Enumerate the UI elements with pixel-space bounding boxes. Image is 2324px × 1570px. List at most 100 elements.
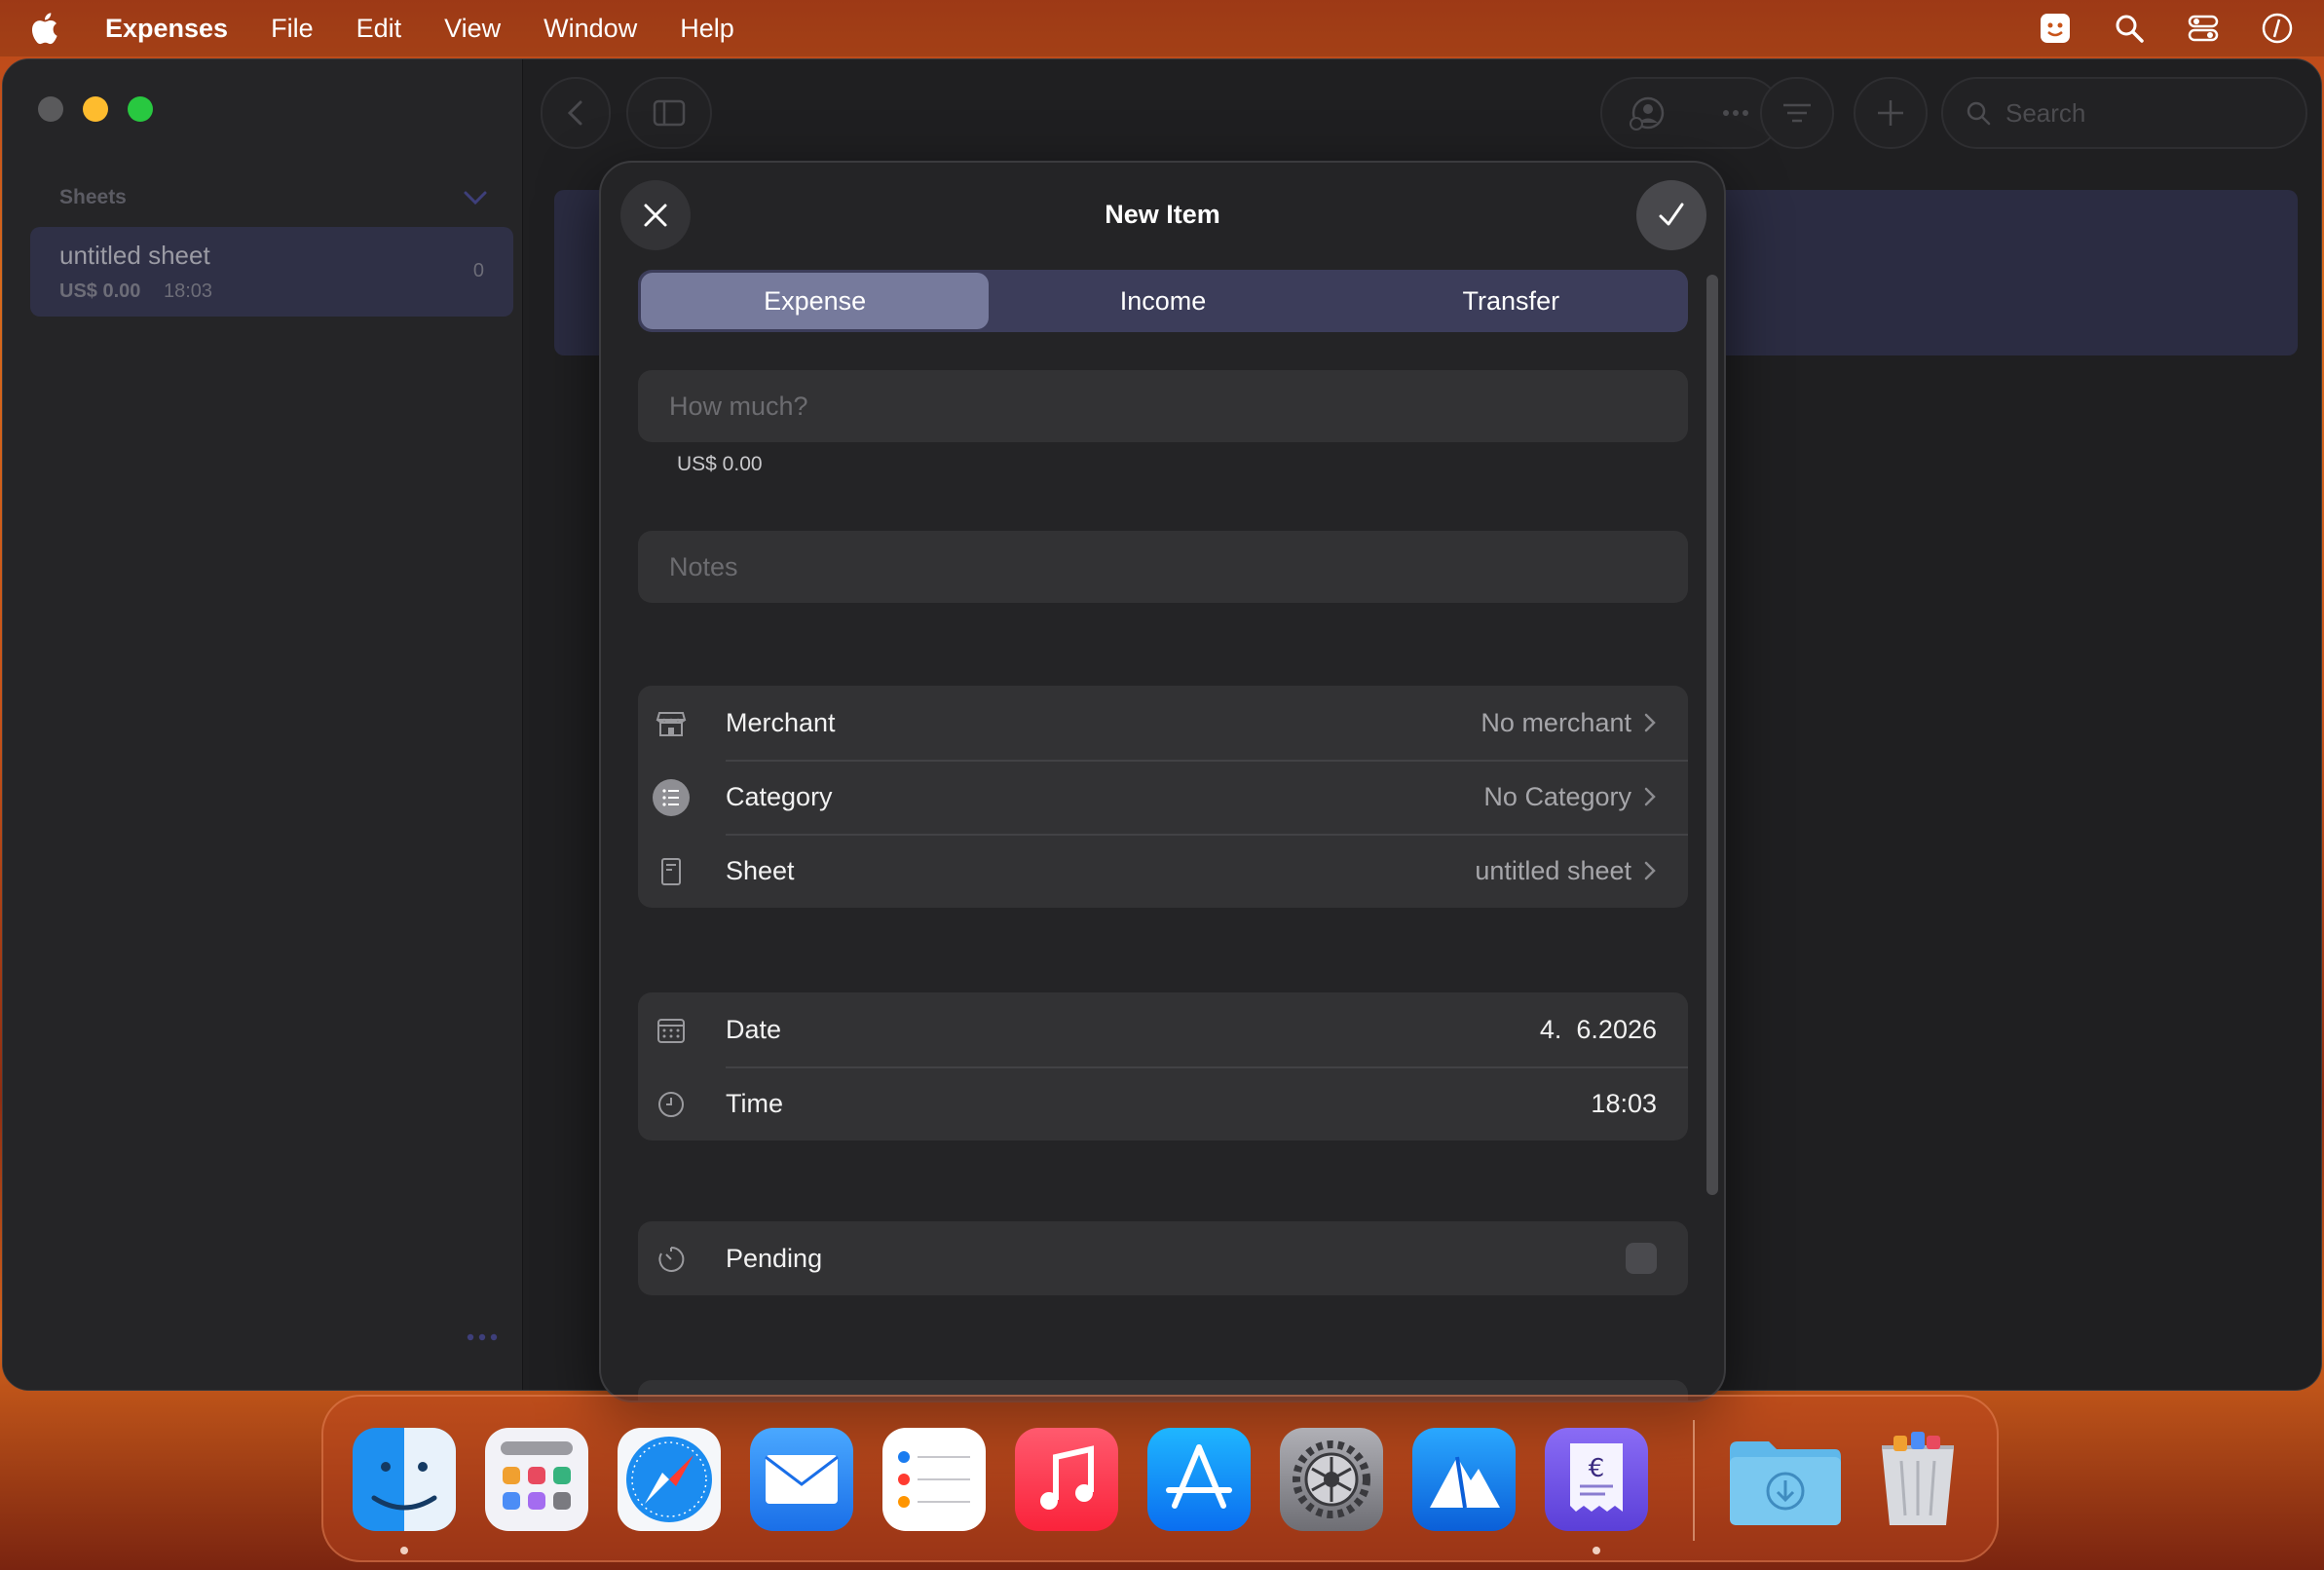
details-group: Merchant No merchant Category No Categor…	[638, 686, 1688, 908]
calendar-icon	[652, 1011, 691, 1050]
amount-converted-hint: US$ 0.00	[677, 453, 763, 475]
pending-label: Pending	[726, 1243, 823, 1273]
date-label: Date	[726, 1014, 782, 1044]
menu-file[interactable]: File	[271, 14, 314, 44]
control-center-icon[interactable]	[2186, 11, 2221, 46]
sheet-item-count: 0	[472, 260, 484, 281]
expenses-icon[interactable]: €	[1545, 1428, 1648, 1531]
transaction-type-segmented-control: Expense Income Transfer	[638, 270, 1688, 332]
filter-button[interactable]	[1760, 77, 1834, 149]
pending-row[interactable]: Pending	[638, 1221, 1688, 1295]
menu-view[interactable]: View	[444, 14, 501, 44]
downloads-folder-icon[interactable]	[1726, 1428, 1845, 1531]
amount-input[interactable]	[669, 391, 1657, 422]
segment-transfer[interactable]: Transfer	[1337, 273, 1685, 329]
confirm-button[interactable]	[1636, 180, 1706, 250]
ellipsis-icon[interactable]	[1717, 94, 1754, 131]
reminders-icon[interactable]	[882, 1428, 986, 1531]
spotlight-search-icon[interactable]	[2112, 11, 2147, 46]
category-label: Category	[726, 781, 833, 811]
music-icon[interactable]	[1015, 1428, 1118, 1531]
apple-logo-icon[interactable]	[29, 12, 58, 45]
mail-icon[interactable]	[750, 1428, 853, 1531]
chevron-left-icon	[567, 100, 582, 126]
datetime-group: Date 4. 6.2026 Time 18:03	[638, 992, 1688, 1140]
sheets-section-title: Sheets	[59, 186, 127, 208]
category-value-text: No Category	[1483, 781, 1631, 811]
new-item-sheet: New Item Expense Income Transfer US$ 0.0…	[599, 161, 1726, 1402]
time-row[interactable]: Time 18:03	[638, 1066, 1688, 1140]
dock-separator	[1693, 1420, 1695, 1541]
notes-field-container	[638, 531, 1688, 603]
sheet-meta: US$ 0.00 18:03	[59, 280, 484, 303]
sidebar-sheet-item[interactable]: untitled sheet US$ 0.00 18:03 0	[30, 227, 513, 317]
svg-text:€: €	[1589, 1454, 1605, 1483]
menu-app-name[interactable]: Expenses	[105, 14, 228, 44]
pending-checkbox[interactable]	[1626, 1243, 1657, 1274]
expenses-running-indicator	[1593, 1547, 1600, 1554]
date-value[interactable]: 4. 6.2026	[1540, 1015, 1657, 1045]
account-toolbar-group	[1600, 77, 1781, 149]
finder-icon[interactable]	[353, 1428, 456, 1531]
storefront-icon	[652, 704, 691, 743]
filter-icon	[1783, 103, 1811, 123]
date-row[interactable]: Date 4. 6.2026	[638, 992, 1688, 1066]
search-placeholder: Search	[2005, 97, 2086, 128]
merchant-row[interactable]: Merchant No merchant	[638, 686, 1688, 760]
pending-group: Pending	[638, 1221, 1688, 1295]
sidebar: Sheets untitled sheet US$ 0.00 18:03 0	[3, 59, 523, 1390]
toggle-sidebar-button[interactable]	[626, 77, 712, 149]
window-close-button[interactable]	[38, 96, 63, 122]
siri-icon[interactable]	[2260, 11, 2295, 46]
trash-icon[interactable]	[1866, 1428, 1969, 1531]
segment-income[interactable]: Income	[989, 273, 1336, 329]
sheets-section-header[interactable]: Sheets	[59, 186, 488, 209]
sheet-label: Sheet	[726, 855, 795, 885]
chevron-right-icon	[1644, 861, 1656, 880]
chevron-right-icon	[1644, 787, 1656, 806]
menu-bar: Expenses File Edit View Window Help	[0, 0, 2324, 56]
window-zoom-button[interactable]	[128, 96, 153, 122]
add-button[interactable]	[1854, 77, 1928, 149]
search-field[interactable]: Search	[1941, 77, 2307, 149]
menu-edit[interactable]: Edit	[356, 14, 402, 44]
search-icon	[1967, 101, 1991, 126]
person-add-icon[interactable]	[1629, 94, 1666, 131]
clock-icon	[652, 1085, 691, 1124]
document-icon	[652, 852, 691, 891]
sheet-value-text: untitled sheet	[1475, 855, 1631, 885]
status-app-icon[interactable]	[2038, 11, 2073, 46]
plus-icon	[1878, 100, 1903, 126]
modal-scrollbar[interactable]	[1706, 275, 1718, 1195]
timer-icon	[652, 1240, 691, 1279]
window-minimize-button[interactable]	[83, 96, 108, 122]
menu-window[interactable]: Window	[544, 14, 637, 44]
merchant-value: No merchant	[1481, 708, 1657, 738]
finder-running-indicator	[400, 1547, 408, 1554]
testflight-icon[interactable]	[1412, 1428, 1516, 1531]
dock: €	[321, 1395, 1999, 1562]
sheet-row[interactable]: Sheet untitled sheet	[638, 834, 1688, 908]
modal-title: New Item	[1105, 200, 1220, 229]
launchpad-icon[interactable]	[485, 1428, 588, 1531]
sheet-amount: US$ 0.00	[59, 280, 141, 302]
system-settings-icon[interactable]	[1280, 1428, 1383, 1531]
menu-help[interactable]: Help	[680, 14, 734, 44]
chevron-down-icon[interactable]	[463, 189, 488, 206]
category-value: No Category	[1483, 782, 1657, 812]
more-options-icon[interactable]	[465, 1331, 500, 1343]
category-row[interactable]: Category No Category	[638, 760, 1688, 834]
safari-icon[interactable]	[618, 1428, 721, 1531]
window-controls	[38, 96, 153, 122]
app-store-icon[interactable]	[1147, 1428, 1251, 1531]
back-button[interactable]	[541, 77, 611, 149]
sheet-value: untitled sheet	[1475, 856, 1657, 886]
notes-input[interactable]	[669, 551, 1657, 582]
segment-expense[interactable]: Expense	[641, 273, 990, 329]
category-list-icon	[652, 778, 691, 817]
time-value[interactable]: 18:03	[1591, 1089, 1657, 1119]
time-label: Time	[726, 1088, 783, 1118]
amount-field-container	[638, 370, 1688, 442]
sidebar-icon	[653, 99, 686, 127]
merchant-value-text: No merchant	[1481, 707, 1631, 737]
